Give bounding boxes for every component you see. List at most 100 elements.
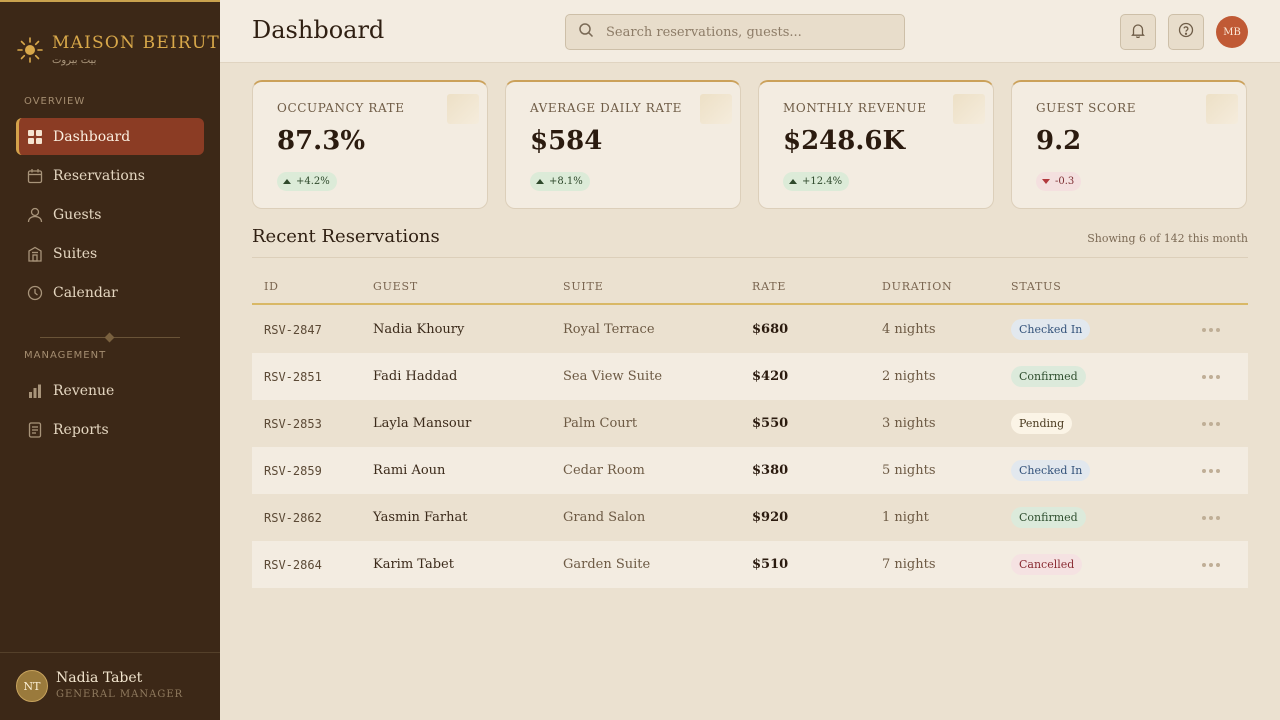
overview-section-label: OVERVIEW [24,96,86,107]
sidebar-item-label: Calendar [53,284,118,301]
more-actions-icon[interactable] [1202,324,1220,336]
table-row[interactable]: RSV-2862 Yasmin Farhat Grand Salon $920 … [252,494,1248,541]
column-header-guest[interactable]: GUEST [373,280,418,293]
rate: $420 [752,369,789,384]
rate: $680 [752,322,789,337]
duration: 5 nights [882,463,936,478]
sidebar-item-label: Reports [53,421,109,438]
status-badge: Confirmed [1011,507,1086,528]
document-icon [26,421,43,438]
clock-icon [26,284,43,301]
table-row[interactable]: RSV-2864 Karim Tabet Garden Suite $510 7… [252,541,1248,588]
sidebar-item-revenue[interactable]: Revenue [16,372,204,409]
sidebar-item-reports[interactable]: Reports [16,411,204,448]
sidebar-item-dashboard[interactable]: Dashboard [16,118,204,155]
section-meta: Showing 6 of 142 this month [1087,232,1248,245]
kpi-change-text: -0.3 [1055,176,1075,187]
column-header-status[interactable]: STATUS [1011,280,1062,293]
rate: $380 [752,463,789,478]
duration: 7 nights [882,557,936,572]
sidebar-item-suites[interactable]: Suites [16,235,204,272]
user-role: GENERAL MANAGER [56,689,184,700]
column-header-suite[interactable]: SUITE [563,280,604,293]
reservation-id: RSV-2862 [264,511,322,525]
user-profile[interactable]: NT Nadia Tabet GENERAL MANAGER [0,652,220,720]
table-row[interactable]: RSV-2847 Nadia Khoury Royal Terrace $680… [252,306,1248,353]
status-badge: Checked In [1011,319,1091,340]
management-section-label: MANAGEMENT [24,350,107,361]
duration: 4 nights [882,322,936,337]
sidebar-item-label: Revenue [53,382,115,399]
sidebar-item-label: Reservations [53,167,145,184]
sidebar: MAISON BEIRUT بيت بيروت OVERVIEW Dashboa… [0,0,220,720]
more-actions-icon[interactable] [1202,512,1220,524]
suite-name: Sea View Suite [563,369,663,384]
search-box[interactable] [565,14,905,50]
brand-name: MAISON BEIRUT [52,33,220,53]
guest-name: Nadia Khoury [373,322,465,337]
more-actions-icon[interactable] [1202,559,1220,571]
trend-up-icon [283,179,291,184]
more-actions-icon[interactable] [1202,371,1220,383]
top-bar: Dashboard MB [220,0,1280,63]
kpi-change-badge: +8.1% [530,172,590,191]
sidebar-item-guests[interactable]: Guests [16,196,204,233]
kpi-value: 87.3% [277,126,366,156]
more-actions-icon[interactable] [1202,418,1220,430]
reservation-id: RSV-2851 [264,370,322,384]
kpi-label: AVERAGE DAILY RATE [530,101,682,115]
search-input[interactable] [606,24,896,40]
sidebar-item-label: Dashboard [53,128,131,145]
kpi-label: GUEST SCORE [1036,101,1137,115]
reservation-id: RSV-2859 [264,464,322,478]
column-header-rate[interactable]: RATE [752,280,786,293]
guest-name: Karim Tabet [373,557,454,572]
help-button[interactable] [1168,14,1204,50]
notifications-button[interactable] [1120,14,1156,50]
kpi-card-guest-score: GUEST SCORE 9.2 -0.3 [1011,80,1247,209]
sidebar-item-calendar[interactable]: Calendar [16,274,204,311]
card-decoration [447,94,479,124]
help-icon [1178,22,1194,42]
guest-name: Fadi Haddad [373,369,458,384]
rate: $920 [752,510,789,525]
rate: $550 [752,416,789,431]
duration: 3 nights [882,416,936,431]
brand-subtitle: بيت بيروت [52,55,97,66]
column-header-duration[interactable]: DURATION [882,280,952,293]
kpi-card-revenue: MONTHLY REVENUE $248.6K +12.4% [758,80,994,209]
bar-chart-icon [26,382,43,399]
brand-logo[interactable]: MAISON BEIRUT بيت بيروت [16,32,220,67]
kpi-value: 9.2 [1036,126,1082,156]
bell-icon [1130,22,1146,42]
card-decoration [700,94,732,124]
kpi-change-text: +8.1% [549,176,583,187]
status-badge: Confirmed [1011,366,1086,387]
duration: 1 night [882,510,929,525]
sidebar-item-reservations[interactable]: Reservations [16,157,204,194]
kpi-label: MONTHLY REVENUE [783,101,927,115]
grid-icon [26,128,43,145]
section-title: Recent Reservations [252,226,440,247]
suite-name: Palm Court [563,416,638,431]
kpi-label: OCCUPANCY RATE [277,101,405,115]
more-actions-icon[interactable] [1202,465,1220,477]
column-header-id[interactable]: ID [264,280,279,293]
kpi-change-badge: +4.2% [277,172,337,191]
user-avatar-button[interactable]: MB [1216,16,1248,48]
reservation-id: RSV-2853 [264,417,322,431]
avatar: NT [16,670,48,702]
table-row[interactable]: RSV-2853 Layla Mansour Palm Court $550 3… [252,400,1248,447]
table-row[interactable]: RSV-2859 Rami Aoun Cedar Room $380 5 nig… [252,447,1248,494]
rate: $510 [752,557,789,572]
suite-name: Cedar Room [563,463,645,478]
trend-down-icon [1042,179,1050,184]
search-icon [578,22,594,42]
kpi-change-badge: -0.3 [1036,172,1082,191]
reservation-id: RSV-2847 [264,323,322,337]
table-row[interactable]: RSV-2851 Fadi Haddad Sea View Suite $420… [252,353,1248,400]
duration: 2 nights [882,369,936,384]
table-header: ID GUEST SUITE RATE DURATION STATUS [252,270,1248,305]
ornament-divider [40,332,180,343]
status-badge: Pending [1011,413,1073,434]
